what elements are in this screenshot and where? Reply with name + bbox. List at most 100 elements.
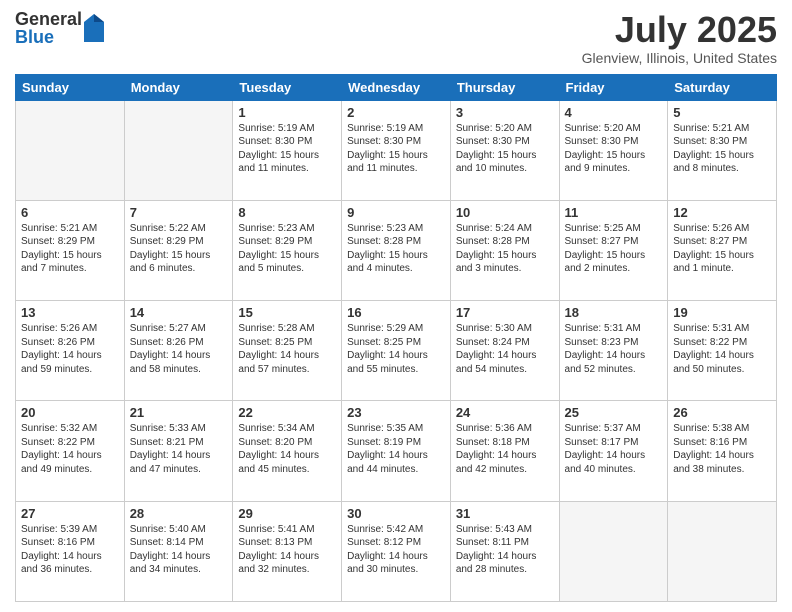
day-info: Sunrise: 5:21 AM Sunset: 8:29 PM Dayligh…	[21, 222, 119, 276]
calendar-table: SundayMondayTuesdayWednesdayThursdayFrid…	[15, 74, 777, 602]
week-row-2: 6 Sunrise: 5:21 AM Sunset: 8:29 PM Daylig…	[16, 200, 777, 300]
week-row-1: 1 Sunrise: 5:19 AM Sunset: 8:30 PM Daylig…	[16, 100, 777, 200]
day-info: Sunrise: 5:41 AM Sunset: 8:13 PM Dayligh…	[238, 523, 336, 577]
calendar-cell-3-3: 15 Sunrise: 5:28 AM Sunset: 8:25 PM Dayli…	[233, 301, 342, 401]
day-number: 19	[673, 305, 771, 320]
weekday-header-sunday: Sunday	[16, 74, 125, 100]
day-info: Sunrise: 5:35 AM Sunset: 8:19 PM Dayligh…	[347, 422, 445, 476]
calendar-cell-1-5: 3 Sunrise: 5:20 AM Sunset: 8:30 PM Daylig…	[450, 100, 559, 200]
day-info: Sunrise: 5:29 AM Sunset: 8:25 PM Dayligh…	[347, 322, 445, 376]
day-number: 22	[238, 405, 336, 420]
calendar-cell-3-6: 18 Sunrise: 5:31 AM Sunset: 8:23 PM Dayli…	[559, 301, 668, 401]
weekday-header-row: SundayMondayTuesdayWednesdayThursdayFrid…	[16, 74, 777, 100]
calendar-cell-5-2: 28Sunrise: 5:40 AM Sunset: 8:14 PM Dayli…	[124, 501, 233, 601]
calendar-cell-2-3: 8Sunrise: 5:23 AM Sunset: 8:29 PM Daylig…	[233, 200, 342, 300]
day-number: 27	[21, 506, 119, 521]
logo-general: General	[15, 10, 82, 28]
week-row-5: 27 Sunrise: 5:39 AM Sunset: 8:16 PM Dayli…	[16, 501, 777, 601]
day-number: 15	[238, 305, 336, 320]
day-number: 16	[347, 305, 445, 320]
day-number: 5	[673, 105, 771, 120]
day-number: 3	[456, 105, 554, 120]
day-number: 7	[130, 205, 228, 220]
day-number: 18	[565, 305, 663, 320]
calendar-cell-5-4: 30 Sunrise: 5:42 AM Sunset: 8:12 PM Dayli…	[342, 501, 451, 601]
calendar-cell-3-1: 13 Sunrise: 5:26 AM Sunset: 8:26 PM Dayli…	[16, 301, 125, 401]
logo-blue: Blue	[15, 28, 82, 46]
calendar-cell-4-3: 22 Sunrise: 5:34 AM Sunset: 8:20 PM Dayli…	[233, 401, 342, 501]
calendar-cell-3-2: 14Sunrise: 5:27 AM Sunset: 8:26 PM Dayli…	[124, 301, 233, 401]
page: General Blue July 2025 Glenview, Illinoi…	[0, 0, 792, 612]
day-number: 28	[130, 506, 228, 521]
day-info: Sunrise: 5:38 AM Sunset: 8:16 PM Dayligh…	[673, 422, 771, 476]
calendar-cell-2-2: 7 Sunrise: 5:22 AM Sunset: 8:29 PM Daylig…	[124, 200, 233, 300]
calendar-cell-3-5: 17 Sunrise: 5:30 AM Sunset: 8:24 PM Dayli…	[450, 301, 559, 401]
day-number: 23	[347, 405, 445, 420]
day-number: 24	[456, 405, 554, 420]
day-info: Sunrise: 5:39 AM Sunset: 8:16 PM Dayligh…	[21, 523, 119, 577]
header: General Blue July 2025 Glenview, Illinoi…	[15, 10, 777, 66]
calendar-cell-5-6	[559, 501, 668, 601]
day-number: 1	[238, 105, 336, 120]
calendar-cell-4-6: 25 Sunrise: 5:37 AM Sunset: 8:17 PM Dayli…	[559, 401, 668, 501]
weekday-header-wednesday: Wednesday	[342, 74, 451, 100]
day-info: Sunrise: 5:21 AM Sunset: 8:30 PM Dayligh…	[673, 122, 771, 176]
day-number: 17	[456, 305, 554, 320]
calendar-cell-1-6: 4Sunrise: 5:20 AM Sunset: 8:30 PM Daylig…	[559, 100, 668, 200]
day-info: Sunrise: 5:37 AM Sunset: 8:17 PM Dayligh…	[565, 422, 663, 476]
calendar-cell-2-6: 11Sunrise: 5:25 AM Sunset: 8:27 PM Dayli…	[559, 200, 668, 300]
location-title: Glenview, Illinois, United States	[582, 50, 777, 66]
day-number: 25	[565, 405, 663, 420]
day-info: Sunrise: 5:31 AM Sunset: 8:23 PM Dayligh…	[565, 322, 663, 376]
day-info: Sunrise: 5:34 AM Sunset: 8:20 PM Dayligh…	[238, 422, 336, 476]
day-info: Sunrise: 5:26 AM Sunset: 8:26 PM Dayligh…	[21, 322, 119, 376]
calendar-cell-1-1	[16, 100, 125, 200]
day-number: 4	[565, 105, 663, 120]
week-row-3: 13 Sunrise: 5:26 AM Sunset: 8:26 PM Dayli…	[16, 301, 777, 401]
day-number: 29	[238, 506, 336, 521]
day-number: 14	[130, 305, 228, 320]
day-info: Sunrise: 5:28 AM Sunset: 8:25 PM Dayligh…	[238, 322, 336, 376]
day-number: 13	[21, 305, 119, 320]
day-info: Sunrise: 5:36 AM Sunset: 8:18 PM Dayligh…	[456, 422, 554, 476]
calendar-cell-1-4: 2 Sunrise: 5:19 AM Sunset: 8:30 PM Daylig…	[342, 100, 451, 200]
day-number: 30	[347, 506, 445, 521]
weekday-header-thursday: Thursday	[450, 74, 559, 100]
calendar-cell-4-5: 24 Sunrise: 5:36 AM Sunset: 8:18 PM Dayli…	[450, 401, 559, 501]
day-info: Sunrise: 5:20 AM Sunset: 8:30 PM Dayligh…	[456, 122, 554, 176]
day-info: Sunrise: 5:43 AM Sunset: 8:11 PM Dayligh…	[456, 523, 554, 577]
weekday-header-tuesday: Tuesday	[233, 74, 342, 100]
day-number: 11	[565, 205, 663, 220]
logo-icon	[84, 14, 104, 42]
day-number: 2	[347, 105, 445, 120]
day-info: Sunrise: 5:26 AM Sunset: 8:27 PM Dayligh…	[673, 222, 771, 276]
calendar-cell-5-1: 27 Sunrise: 5:39 AM Sunset: 8:16 PM Dayli…	[16, 501, 125, 601]
day-number: 31	[456, 506, 554, 521]
calendar-cell-5-5: 31 Sunrise: 5:43 AM Sunset: 8:11 PM Dayli…	[450, 501, 559, 601]
day-info: Sunrise: 5:22 AM Sunset: 8:29 PM Dayligh…	[130, 222, 228, 276]
month-title: July 2025	[582, 10, 777, 50]
calendar-cell-1-7: 5 Sunrise: 5:21 AM Sunset: 8:30 PM Daylig…	[668, 100, 777, 200]
calendar-cell-4-7: 26Sunrise: 5:38 AM Sunset: 8:16 PM Dayli…	[668, 401, 777, 501]
day-number: 9	[347, 205, 445, 220]
calendar-cell-4-1: 20Sunrise: 5:32 AM Sunset: 8:22 PM Dayli…	[16, 401, 125, 501]
day-info: Sunrise: 5:23 AM Sunset: 8:29 PM Dayligh…	[238, 222, 336, 276]
calendar-cell-2-7: 12 Sunrise: 5:26 AM Sunset: 8:27 PM Dayli…	[668, 200, 777, 300]
day-info: Sunrise: 5:19 AM Sunset: 8:30 PM Dayligh…	[238, 122, 336, 176]
calendar-cell-2-4: 9 Sunrise: 5:23 AM Sunset: 8:28 PM Daylig…	[342, 200, 451, 300]
calendar-cell-5-3: 29 Sunrise: 5:41 AM Sunset: 8:13 PM Dayli…	[233, 501, 342, 601]
calendar-cell-3-4: 16 Sunrise: 5:29 AM Sunset: 8:25 PM Dayli…	[342, 301, 451, 401]
day-number: 12	[673, 205, 771, 220]
day-info: Sunrise: 5:19 AM Sunset: 8:30 PM Dayligh…	[347, 122, 445, 176]
day-info: Sunrise: 5:31 AM Sunset: 8:22 PM Dayligh…	[673, 322, 771, 376]
day-info: Sunrise: 5:30 AM Sunset: 8:24 PM Dayligh…	[456, 322, 554, 376]
day-info: Sunrise: 5:23 AM Sunset: 8:28 PM Dayligh…	[347, 222, 445, 276]
title-block: July 2025 Glenview, Illinois, United Sta…	[582, 10, 777, 66]
calendar-cell-4-2: 21Sunrise: 5:33 AM Sunset: 8:21 PM Dayli…	[124, 401, 233, 501]
day-info: Sunrise: 5:42 AM Sunset: 8:12 PM Dayligh…	[347, 523, 445, 577]
week-row-4: 20Sunrise: 5:32 AM Sunset: 8:22 PM Dayli…	[16, 401, 777, 501]
calendar-cell-4-4: 23 Sunrise: 5:35 AM Sunset: 8:19 PM Dayli…	[342, 401, 451, 501]
weekday-header-monday: Monday	[124, 74, 233, 100]
calendar-cell-1-2	[124, 100, 233, 200]
day-number: 6	[21, 205, 119, 220]
